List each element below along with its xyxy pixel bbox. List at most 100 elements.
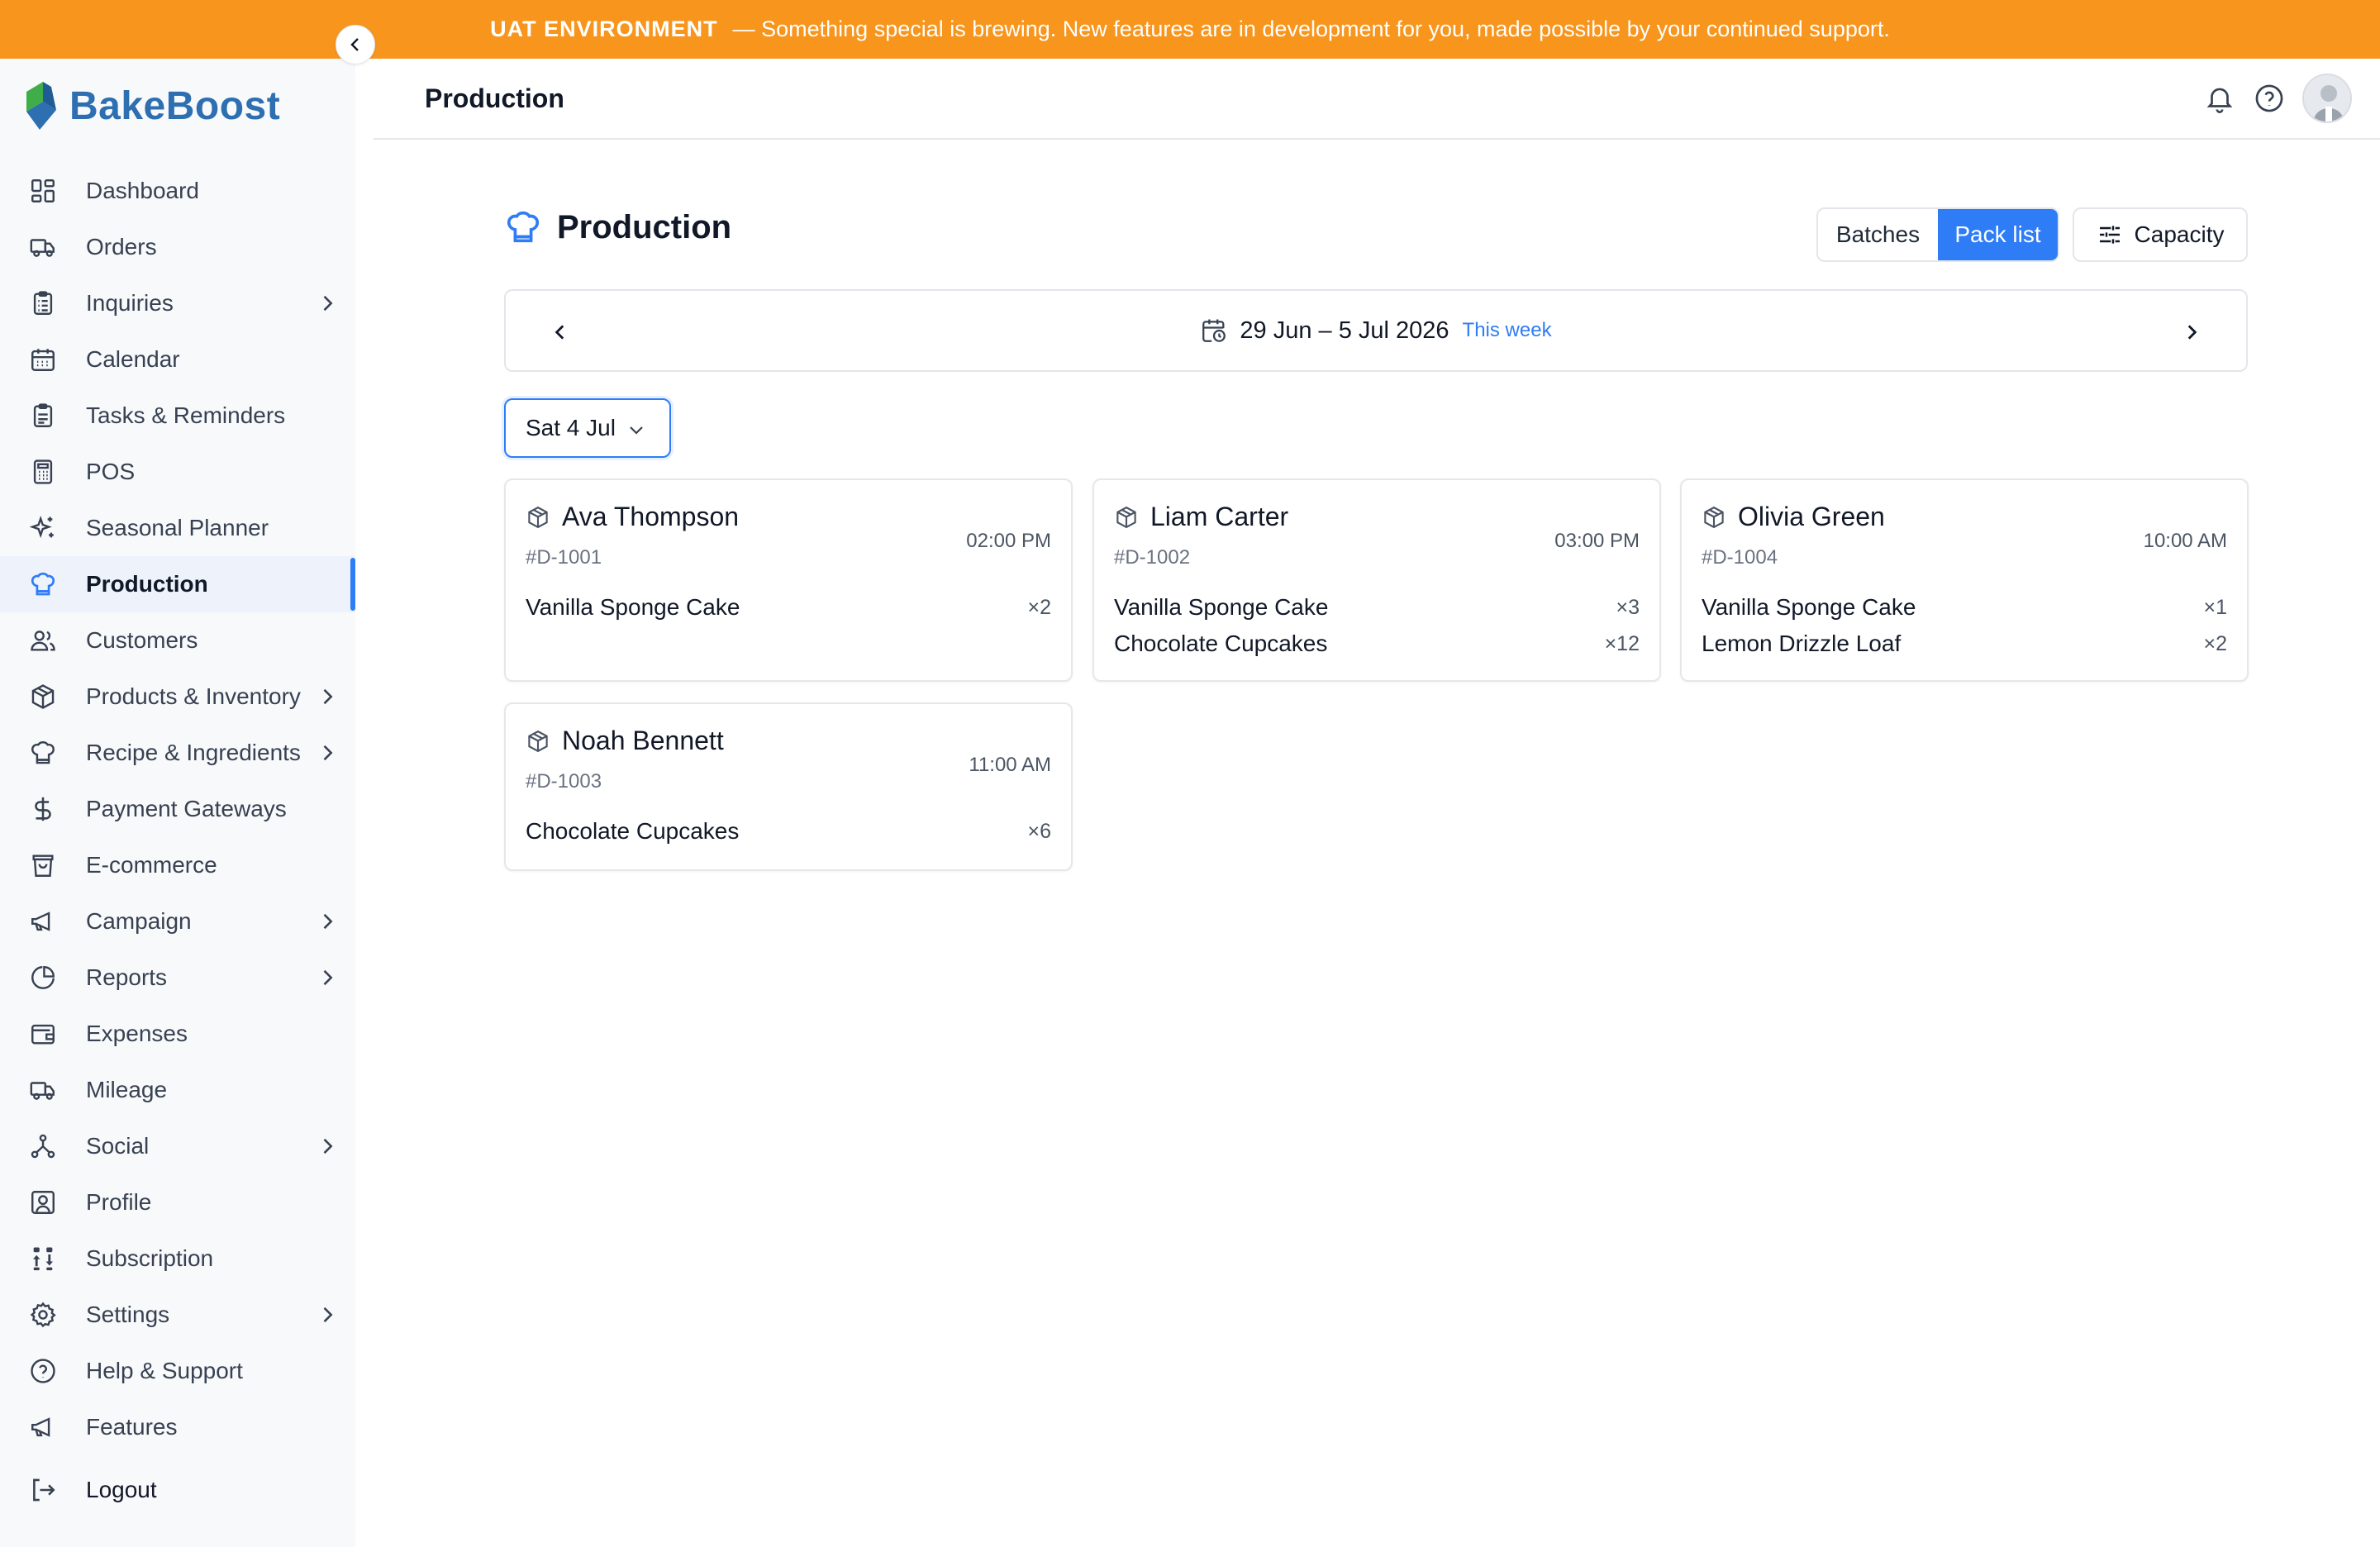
order-customer: Ava Thompson	[526, 502, 739, 532]
sidebar-item-label: Reports	[86, 964, 168, 990]
sidebar-item-expenses[interactable]: Expenses	[0, 1006, 355, 1062]
sidebar-item-label: Payment Gateways	[86, 796, 287, 821]
sidebar-item-label: Customers	[86, 627, 198, 653]
order-id: #D-1004	[1702, 546, 1778, 569]
capacity-button[interactable]: Capacity	[2073, 207, 2248, 262]
sidebar-item-dashboard[interactable]: Dashboard	[0, 163, 355, 219]
sidebar-item-label: Mileage	[86, 1077, 168, 1102]
sidebar-item-settings[interactable]: Settings	[0, 1287, 355, 1343]
sidebar-item-label: Profile	[86, 1189, 152, 1215]
order-item-row: Chocolate Cupcakes ×6	[526, 813, 1051, 850]
sidebar-item-label: POS	[86, 459, 136, 484]
week-range: 29 Jun – 5 Jul 2026	[1240, 317, 1449, 344]
sidebar-item-label: Tasks & Reminders	[86, 402, 286, 428]
day-select[interactable]: Sat 4 Jul	[504, 398, 671, 458]
order-item-row: Vanilla Sponge Cake ×1	[1702, 589, 2227, 626]
sidebar-item-mileage[interactable]: Mileage	[0, 1062, 355, 1118]
next-week-button[interactable]	[2177, 317, 2206, 347]
sidebar-item-recipe-ingredients[interactable]: Recipe & Ingredients	[0, 725, 355, 781]
sidebar-item-label: Calendar	[86, 346, 180, 372]
sidebar-item-features[interactable]: Features	[0, 1399, 355, 1455]
sidebar-item-subscription[interactable]: Subscription	[0, 1230, 355, 1287]
order-card[interactable]: Liam Carter 03:00 PM #D-1002 Vanilla Spo…	[1092, 478, 1661, 682]
box-icon	[26, 680, 60, 713]
sidebar-item-label: Help & Support	[86, 1358, 243, 1383]
logout-button[interactable]: Logout	[0, 1462, 355, 1518]
notifications-button[interactable]	[2202, 80, 2238, 117]
order-card[interactable]: Ava Thompson 02:00 PM #D-1001 Vanilla Sp…	[504, 478, 1073, 682]
user-square-icon	[26, 1186, 60, 1219]
calendar-icon	[26, 343, 60, 376]
sidebar-item-payment-gateways[interactable]: Payment Gateways	[0, 781, 355, 837]
sidebar-item-label: Dashboard	[86, 178, 199, 203]
calendar-clock-icon	[1202, 319, 1226, 342]
sidebar-item-production[interactable]: Production	[0, 556, 355, 612]
chevron-right-icon	[323, 913, 333, 930]
sidebar-item-inquiries[interactable]: Inquiries	[0, 275, 355, 331]
page-title: Production	[557, 208, 732, 245]
order-items: Vanilla Sponge Cake ×1 Lemon Drizzle Loa…	[1702, 589, 2227, 662]
tab-pack-list[interactable]: Pack list	[1938, 209, 2058, 260]
header-title: Production	[425, 83, 564, 113]
chef-hat-icon	[26, 736, 60, 769]
tab-batches[interactable]: Batches	[1818, 209, 1938, 260]
banner-message: — Something special is brewing. New feat…	[732, 17, 1890, 41]
sidebar-item-tasks-reminders[interactable]: Tasks & Reminders	[0, 388, 355, 444]
shopping-bag-icon	[26, 849, 60, 882]
share-network-icon	[26, 1130, 60, 1163]
item-quantity: ×1	[2203, 595, 2227, 619]
item-quantity: ×2	[2203, 631, 2227, 655]
sidebar-item-pos[interactable]: POS	[0, 444, 355, 500]
sidebar-item-calendar[interactable]: Calendar	[0, 331, 355, 388]
item-name: Chocolate Cupcakes	[1114, 631, 1328, 656]
help-circle-icon	[2255, 84, 2283, 112]
logout-label: Logout	[86, 1477, 157, 1502]
help-button[interactable]	[2251, 80, 2287, 117]
sparkles-icon	[26, 512, 60, 545]
sidebar-collapse-button[interactable]	[336, 25, 375, 64]
order-customer: Olivia Green	[1702, 502, 1885, 532]
sidebar-item-profile[interactable]: Profile	[0, 1174, 355, 1230]
sidebar-item-label: Seasonal Planner	[86, 515, 269, 540]
this-week-link[interactable]: This week	[1463, 319, 1552, 342]
chef-hat-icon	[507, 211, 540, 243]
user-avatar[interactable]	[2302, 74, 2352, 123]
order-time: 03:00 PM	[1554, 530, 1640, 552]
sidebar-item-campaign[interactable]: Campaign	[0, 893, 355, 950]
pie-chart-icon	[26, 961, 60, 994]
box-icon	[528, 506, 548, 528]
chevron-right-icon	[323, 745, 333, 761]
sidebar-item-label: Features	[86, 1414, 178, 1440]
sidebar-item-label: Inquiries	[86, 290, 174, 316]
sidebar-item-seasonal-planner[interactable]: Seasonal Planner	[0, 500, 355, 556]
order-time: 11:00 AM	[969, 754, 1051, 776]
dollar-icon	[26, 793, 60, 826]
sidebar-item-social[interactable]: Social	[0, 1118, 355, 1174]
order-card[interactable]: Olivia Green 10:00 AM #D-1004 Vanilla Sp…	[1680, 478, 2249, 682]
sidebar-item-help-support[interactable]: Help & Support	[0, 1343, 355, 1399]
wallet-icon	[26, 1017, 60, 1050]
brand-logo[interactable]: BakeBoost	[23, 80, 280, 131]
chevron-right-icon	[323, 969, 333, 986]
users-icon	[26, 624, 60, 657]
truck-icon	[26, 1073, 60, 1107]
sidebar-item-customers[interactable]: Customers	[0, 612, 355, 669]
order-time: 02:00 PM	[966, 530, 1051, 552]
sidebar-item-orders[interactable]: Orders	[0, 219, 355, 275]
order-item-row: Vanilla Sponge Cake ×2	[526, 589, 1051, 626]
item-name: Vanilla Sponge Cake	[1702, 594, 1916, 620]
chevron-right-icon	[323, 295, 333, 312]
logout-icon	[26, 1473, 60, 1507]
calculator-icon	[26, 455, 60, 488]
environment-label: UAT ENVIRONMENT	[490, 17, 718, 41]
order-card[interactable]: Noah Bennett 11:00 AM #D-1003 Chocolate …	[504, 702, 1073, 871]
sidebar-nav: Dashboard Orders Inquiries Calendar Task…	[0, 163, 355, 1518]
sidebar-item-reports[interactable]: Reports	[0, 950, 355, 1006]
item-quantity: ×6	[1027, 819, 1051, 843]
sidebar-item-products-inventory[interactable]: Products & Inventory	[0, 669, 355, 725]
order-id: #D-1001	[526, 546, 602, 569]
sidebar-item-ecommerce[interactable]: E-commerce	[0, 837, 355, 893]
box-icon	[528, 730, 548, 752]
customer-name: Olivia Green	[1738, 502, 1885, 531]
item-name: Chocolate Cupcakes	[526, 818, 740, 844]
